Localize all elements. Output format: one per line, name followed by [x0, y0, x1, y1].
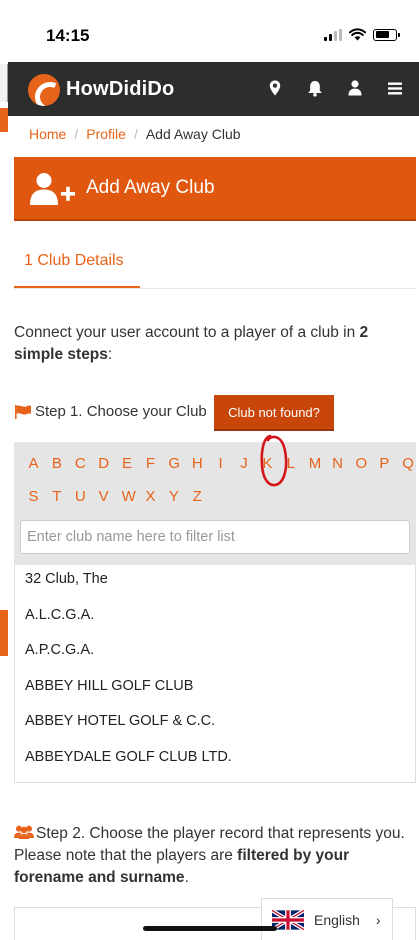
- alphabet-letter[interactable]: F: [145, 455, 156, 472]
- breadcrumb: Home / Profile / Add Away Club: [29, 126, 241, 142]
- people-icon: [14, 825, 34, 839]
- edge-marker: [0, 108, 8, 132]
- alphabet-row: STUVWXYZ: [28, 488, 203, 505]
- wifi-icon: [349, 28, 366, 41]
- alphabet-letter[interactable]: N: [332, 455, 343, 472]
- breadcrumb-current: Add Away Club: [145, 126, 241, 142]
- battery-icon: [373, 28, 400, 41]
- menu-icon[interactable]: [387, 79, 403, 97]
- breadcrumb-home[interactable]: Home: [29, 126, 66, 142]
- alphabet-letter[interactable]: H: [192, 455, 203, 472]
- language-label: English: [314, 911, 360, 928]
- alphabet-letter[interactable]: O: [355, 455, 367, 472]
- step2-text: Step 2. Choose the player record that re…: [14, 823, 409, 889]
- uk-flag-icon: [272, 909, 304, 930]
- logo-icon[interactable]: [28, 74, 60, 106]
- alphabet-letter[interactable]: S: [28, 488, 39, 505]
- intro-text-end: :: [107, 346, 113, 363]
- add-user-icon: [30, 173, 75, 205]
- alphabet-letter[interactable]: Q: [402, 455, 414, 472]
- status-bar: 14:15: [0, 0, 419, 60]
- home-indicator[interactable]: [143, 926, 277, 931]
- club-list[interactable]: 32 Club, The A.L.C.G.A. A.P.C.G.A. ABBEY HI…: [14, 565, 416, 783]
- edge-tab: [0, 64, 8, 102]
- club-list-item[interactable]: A.L.C.G.A.: [15, 601, 415, 637]
- breadcrumb-separator: /: [74, 126, 79, 142]
- breadcrumb-separator: /: [133, 126, 138, 142]
- user-icon[interactable]: [347, 79, 363, 97]
- alphabet-letter[interactable]: T: [51, 488, 62, 505]
- alphabet-row: ABCDEFGHIJKLMNOPQR: [28, 455, 419, 472]
- alphabet-letter[interactable]: K: [262, 455, 273, 472]
- club-list-item[interactable]: 32 Club, The: [15, 565, 415, 601]
- edge-marker: [0, 610, 8, 656]
- club-list-item[interactable]: A.P.C.G.A.: [15, 636, 415, 672]
- alphabet-letter[interactable]: J: [239, 455, 250, 472]
- club-list-item[interactable]: ABBEY HILL GOLF CLUB: [15, 672, 415, 708]
- club-not-found-button[interactable]: Club not found?: [214, 395, 334, 431]
- language-selector[interactable]: English ›: [261, 898, 393, 940]
- alphabet-letter[interactable]: L: [285, 455, 296, 472]
- chevron-right-icon: ›: [375, 911, 381, 928]
- alphabet-letter[interactable]: M: [309, 455, 322, 472]
- header-icons: [267, 79, 403, 97]
- alphabet-letter[interactable]: E: [122, 455, 133, 472]
- step1-heading: Step 1. Choose your Club: [14, 403, 207, 420]
- alphabet-letter[interactable]: P: [379, 455, 390, 472]
- flag-icon: [15, 404, 31, 419]
- brand-name[interactable]: HowDidiDo: [66, 78, 174, 101]
- alphabet-letter[interactable]: Y: [168, 488, 179, 505]
- alphabet-letter[interactable]: W: [122, 488, 136, 505]
- alphabet-letter[interactable]: Z: [192, 488, 203, 505]
- page-title: Add Away Club: [86, 177, 215, 198]
- tab-label: 1 Club Details: [24, 252, 124, 269]
- alphabet-letter[interactable]: X: [145, 488, 156, 505]
- step1-label: Step 1. Choose your Club: [35, 403, 207, 420]
- app-header: HowDidiDo: [8, 62, 419, 116]
- alphabet-letter[interactable]: I: [215, 455, 226, 472]
- club-filter-input[interactable]: [20, 520, 410, 554]
- breadcrumb-profile[interactable]: Profile: [86, 126, 126, 142]
- tab-club-details[interactable]: 1 Club Details: [14, 246, 140, 288]
- alphabet-letter[interactable]: V: [98, 488, 109, 505]
- club-list-item[interactable]: ABBEY HOTEL GOLF & C.C.: [15, 707, 415, 743]
- alphabet-letter[interactable]: D: [98, 455, 109, 472]
- intro-text: Connect your user account to a player of…: [14, 322, 404, 366]
- alphabet-letter[interactable]: B: [51, 455, 62, 472]
- signal-icon: [324, 28, 342, 41]
- step2-text-end: .: [184, 869, 189, 886]
- alphabet-letter[interactable]: A: [28, 455, 39, 472]
- status-time: 14:15: [46, 26, 90, 45]
- alphabet-letter[interactable]: G: [168, 455, 180, 472]
- club-list-item[interactable]: ABBEYDALE GOLF CLUB LTD.: [15, 743, 415, 779]
- location-pin-icon[interactable]: [267, 79, 283, 97]
- page-title-banner: Add Away Club: [14, 157, 416, 221]
- bell-icon[interactable]: [307, 79, 323, 97]
- intro-text-main: Connect your user account to a player of…: [14, 324, 360, 341]
- tab-divider: [14, 288, 416, 289]
- alphabet-letter[interactable]: C: [75, 455, 86, 472]
- status-icons: [324, 28, 400, 41]
- alphabet-filter-panel: ABCDEFGHIJKLMNOPQR STUVWXYZ: [14, 442, 416, 565]
- alphabet-letter[interactable]: U: [75, 488, 86, 505]
